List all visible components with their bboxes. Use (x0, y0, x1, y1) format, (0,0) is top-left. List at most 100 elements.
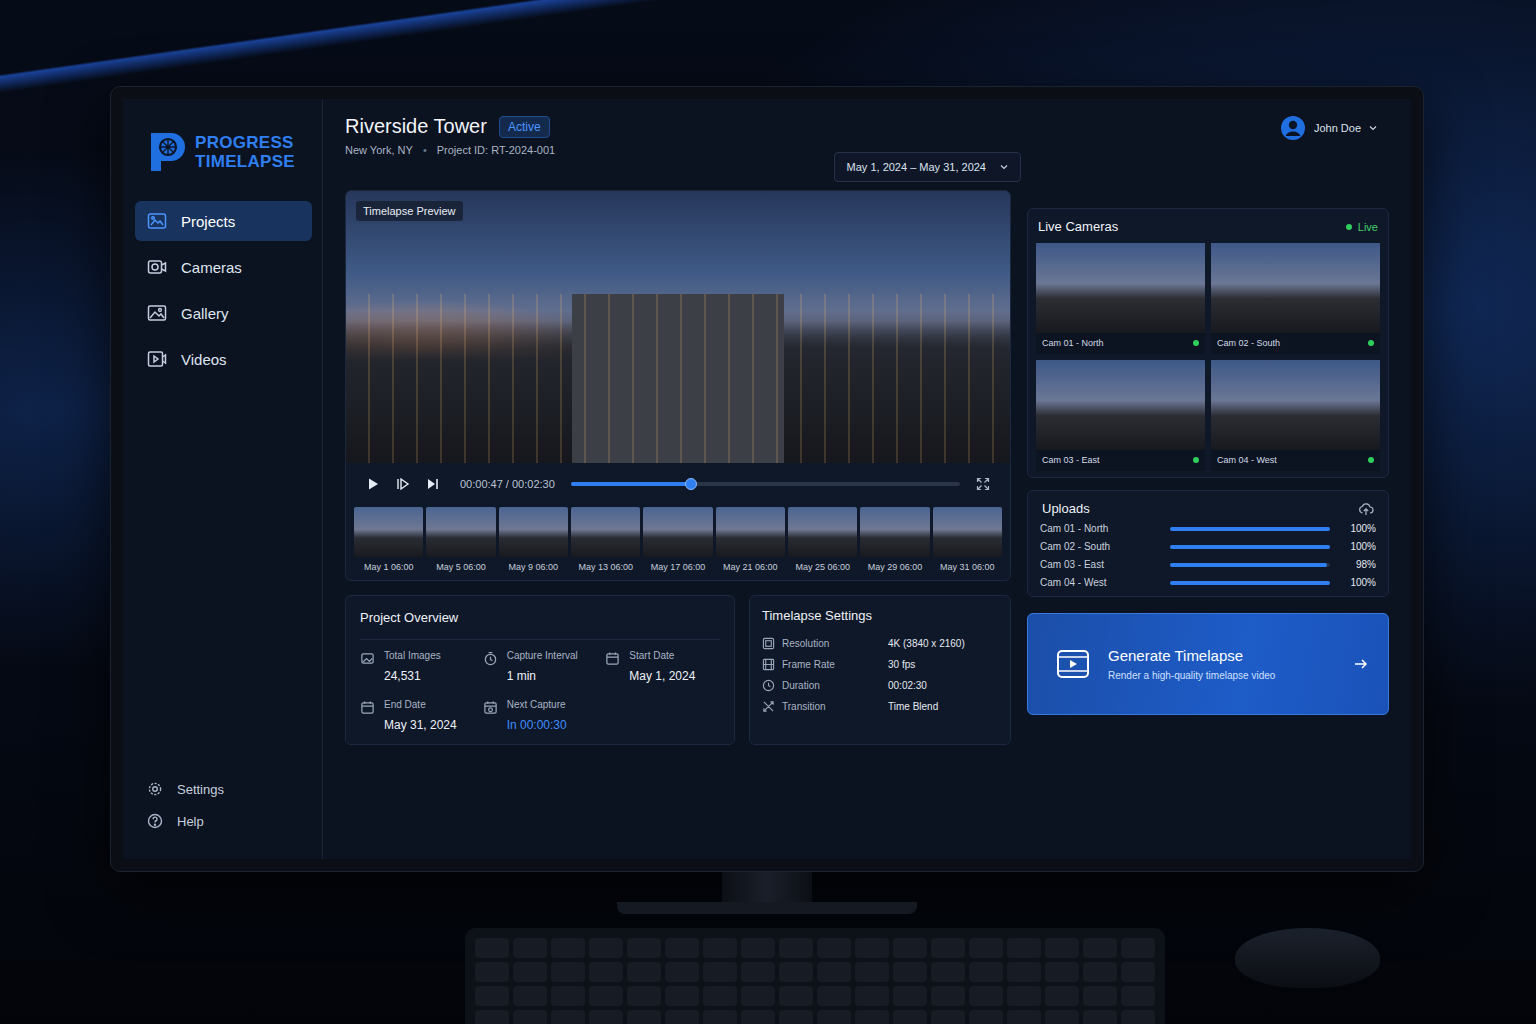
brand-name: TIMELAPSE (195, 152, 295, 171)
upload-row: Cam 04 - West100% (1040, 577, 1376, 588)
monitor: PROGRESSTIMELAPSE Projects Cameras Gallery V… (110, 86, 1424, 872)
image-icon (360, 651, 375, 666)
frame-thumbnail[interactable]: May 17 06:00 (643, 507, 712, 572)
desk-scene: PROGRESSTIMELAPSE Projects Cameras Gallery V… (0, 0, 1536, 1024)
frame-thumbnail[interactable]: May 29 06:00 (860, 507, 929, 572)
overview-stat: Total Images24,531 (360, 650, 475, 683)
camera-feed (1211, 360, 1380, 450)
overview-stat: End DateMay 31, 2024 (360, 699, 475, 732)
brand-logo: PROGRESSTIMELAPSE (135, 117, 312, 183)
setting-row[interactable]: TransitionTime Blend (762, 700, 998, 713)
camera-feed (1036, 360, 1205, 450)
project-title: Riverside Tower (345, 115, 487, 138)
status-dot (1368, 340, 1374, 346)
seek-bar[interactable] (571, 482, 960, 486)
upload-progress (1170, 563, 1330, 567)
avatar-icon (1280, 115, 1306, 141)
frame-strip: May 1 06:00May 5 06:00May 9 06:00May 13 … (346, 505, 1010, 580)
setting-row[interactable]: Resolution4K (3840 x 2160) (762, 637, 998, 650)
timelapse-settings: Timelapse SettingsResolution4K (3840 x 2… (749, 595, 1011, 745)
app-window: PROGRESSTIMELAPSE Projects Cameras Gallery V… (123, 99, 1411, 859)
status-dot (1193, 340, 1199, 346)
upload-progress (1170, 545, 1330, 549)
project-header: Riverside TowerActiveNew York, NY•Projec… (345, 115, 1389, 156)
construction-photo (346, 294, 1010, 463)
sidebar-footer-item[interactable]: Settings (147, 781, 312, 797)
keyboard[interactable] (465, 928, 1165, 1024)
camera-tile[interactable]: Cam 01 - North (1036, 243, 1205, 354)
date-range-dropdown[interactable]: May 1, 2024 – May 31, 2024 (834, 152, 1021, 182)
calendar-icon (605, 651, 620, 666)
uploads: UploadsCam 01 - North100%Cam 02 - South1… (1027, 490, 1389, 597)
video-icon (1056, 649, 1090, 679)
live-indicator: Live (1346, 221, 1378, 233)
timelapse-preview: Timelapse Preview 00:00:47 / 00:02:30 May … (345, 190, 1011, 581)
sidebar-item[interactable]: Videos (135, 339, 312, 379)
setting-row[interactable]: Duration00:02:30 (762, 679, 998, 692)
skip-end-icon[interactable] (426, 477, 440, 491)
sidebar-footer: Settings Help (135, 781, 312, 829)
sidebar-item[interactable]: Cameras (135, 247, 312, 287)
sidebar-item[interactable]: Gallery (135, 293, 312, 333)
play-icon[interactable] (366, 477, 380, 491)
upload-row: Cam 02 - South100% (1040, 541, 1376, 552)
fullscreen-icon[interactable] (976, 477, 990, 491)
upload-progress (1170, 581, 1330, 585)
main-content: Riverside TowerActiveNew York, NY•Projec… (323, 99, 1411, 859)
preview-video: Timelapse Preview (346, 191, 1010, 463)
clock-icon (762, 679, 775, 692)
sidebar-footer-item[interactable]: Help (147, 813, 312, 829)
user-menu[interactable]: John Doe (1280, 115, 1377, 141)
gallery-icon (147, 304, 167, 322)
logo-icon (149, 131, 187, 173)
upload-progress (1170, 527, 1330, 531)
status-badge: Active (499, 116, 550, 138)
mouse[interactable] (1235, 928, 1380, 988)
frame-thumbnail[interactable]: May 21 06:00 (716, 507, 785, 572)
videos-icon (147, 350, 167, 368)
brand-name: PROGRESS (195, 133, 295, 152)
sidebar-nav: Projects Cameras Gallery Videos (135, 201, 312, 379)
arrow-right-icon (1354, 658, 1368, 670)
clock-icon (483, 651, 498, 666)
seek-handle[interactable] (685, 478, 697, 490)
generate-timelapse-button[interactable]: Generate TimelapseRender a high-quality … (1027, 613, 1389, 715)
camera-feed (1036, 243, 1205, 333)
frame-thumbnail[interactable]: May 1 06:00 (354, 507, 423, 572)
transition-icon (762, 700, 775, 713)
status-dot (1368, 457, 1374, 463)
desk (0, 928, 1536, 1024)
upload-row: Cam 01 - North100% (1040, 523, 1376, 534)
upload-row: Cam 03 - East98% (1040, 559, 1376, 570)
playback-time: 00:00:47 / 00:02:30 (460, 478, 555, 490)
camera-tile[interactable]: Cam 03 - East (1036, 360, 1205, 471)
cameras-icon (147, 258, 167, 276)
setting-row[interactable]: Frame Rate30 fps (762, 658, 998, 671)
camera-tile[interactable]: Cam 02 - South (1211, 243, 1380, 354)
sidebar-item[interactable]: Projects (135, 201, 312, 241)
player-controls: 00:00:47 / 00:02:30 (346, 463, 1010, 505)
frame-thumbnail[interactable]: May 25 06:00 (788, 507, 857, 572)
calendar-icon (360, 700, 375, 715)
step-forward-icon[interactable] (396, 477, 410, 491)
overview-stat: Start DateMay 1, 2024 (605, 650, 720, 683)
chevron-down-icon (1369, 125, 1377, 131)
resolution-icon (762, 637, 775, 650)
frame-thumbnail[interactable]: May 9 06:00 (499, 507, 568, 572)
monitor-stand (110, 872, 1424, 914)
project-overview: Project OverviewTotal Images24,531Captur… (345, 595, 735, 745)
help-icon (147, 813, 163, 829)
frame-thumbnail[interactable]: May 31 06:00 (933, 507, 1002, 572)
gear-icon (147, 781, 163, 797)
chevron-down-icon (1000, 164, 1008, 170)
status-dot (1193, 457, 1199, 463)
live-cameras: Live CamerasLiveCam 01 - NorthCam 02 - S… (1027, 208, 1389, 478)
frame-thumbnail[interactable]: May 5 06:00 (426, 507, 495, 572)
sidebar: PROGRESSTIMELAPSE Projects Cameras Gallery V… (123, 99, 323, 859)
frame-thumbnail[interactable]: May 13 06:00 (571, 507, 640, 572)
calendar-clock-icon (483, 700, 498, 715)
preview-label: Timelapse Preview (356, 201, 463, 221)
overview-stat: Capture Interval1 min (483, 650, 598, 683)
camera-tile[interactable]: Cam 04 - West (1211, 360, 1380, 471)
film-icon (762, 658, 775, 671)
